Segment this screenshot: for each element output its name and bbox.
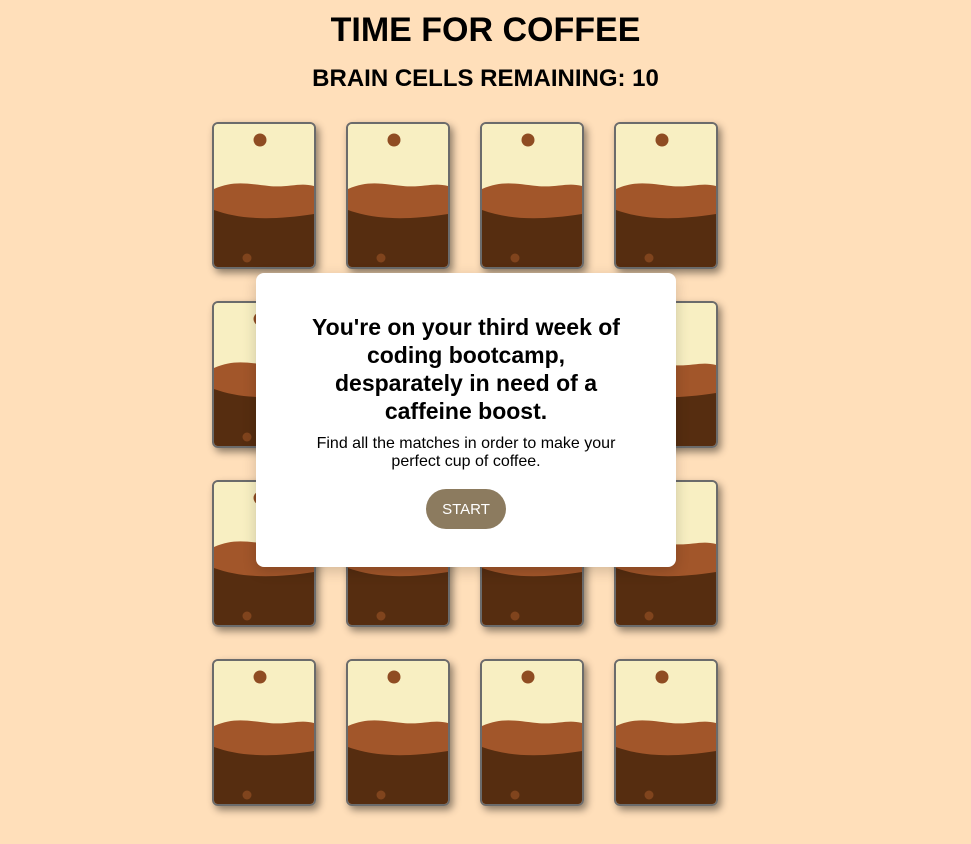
- coffee-cup-icon: [348, 661, 448, 804]
- coffee-cup-icon: [348, 124, 448, 267]
- coffee-cup-icon: [616, 124, 716, 267]
- coffee-cup-icon: [214, 661, 314, 804]
- memory-card[interactable]: [346, 122, 450, 269]
- coffee-cup-icon: [482, 124, 582, 267]
- coffee-cup-icon: [482, 661, 582, 804]
- memory-card[interactable]: [614, 659, 718, 806]
- page-title: TIME FOR COFFEE: [330, 11, 641, 49]
- start-modal: You're on your third week of coding boot…: [256, 273, 676, 567]
- modal-heading: You're on your third week of coding boot…: [312, 314, 620, 424]
- coffee-cup-icon: [616, 661, 716, 804]
- memory-card[interactable]: [614, 122, 718, 269]
- memory-card[interactable]: [480, 122, 584, 269]
- memory-card[interactable]: [346, 659, 450, 806]
- memory-card[interactable]: [480, 659, 584, 806]
- memory-card[interactable]: [212, 659, 316, 806]
- coffee-cup-icon: [214, 124, 314, 267]
- modal-instructions: Find all the matches in order to make yo…: [316, 435, 616, 470]
- start-button[interactable]: START: [426, 489, 506, 529]
- brain-cells-counter: BRAIN CELLS REMAINING: 10: [312, 65, 659, 92]
- memory-card[interactable]: [212, 122, 316, 269]
